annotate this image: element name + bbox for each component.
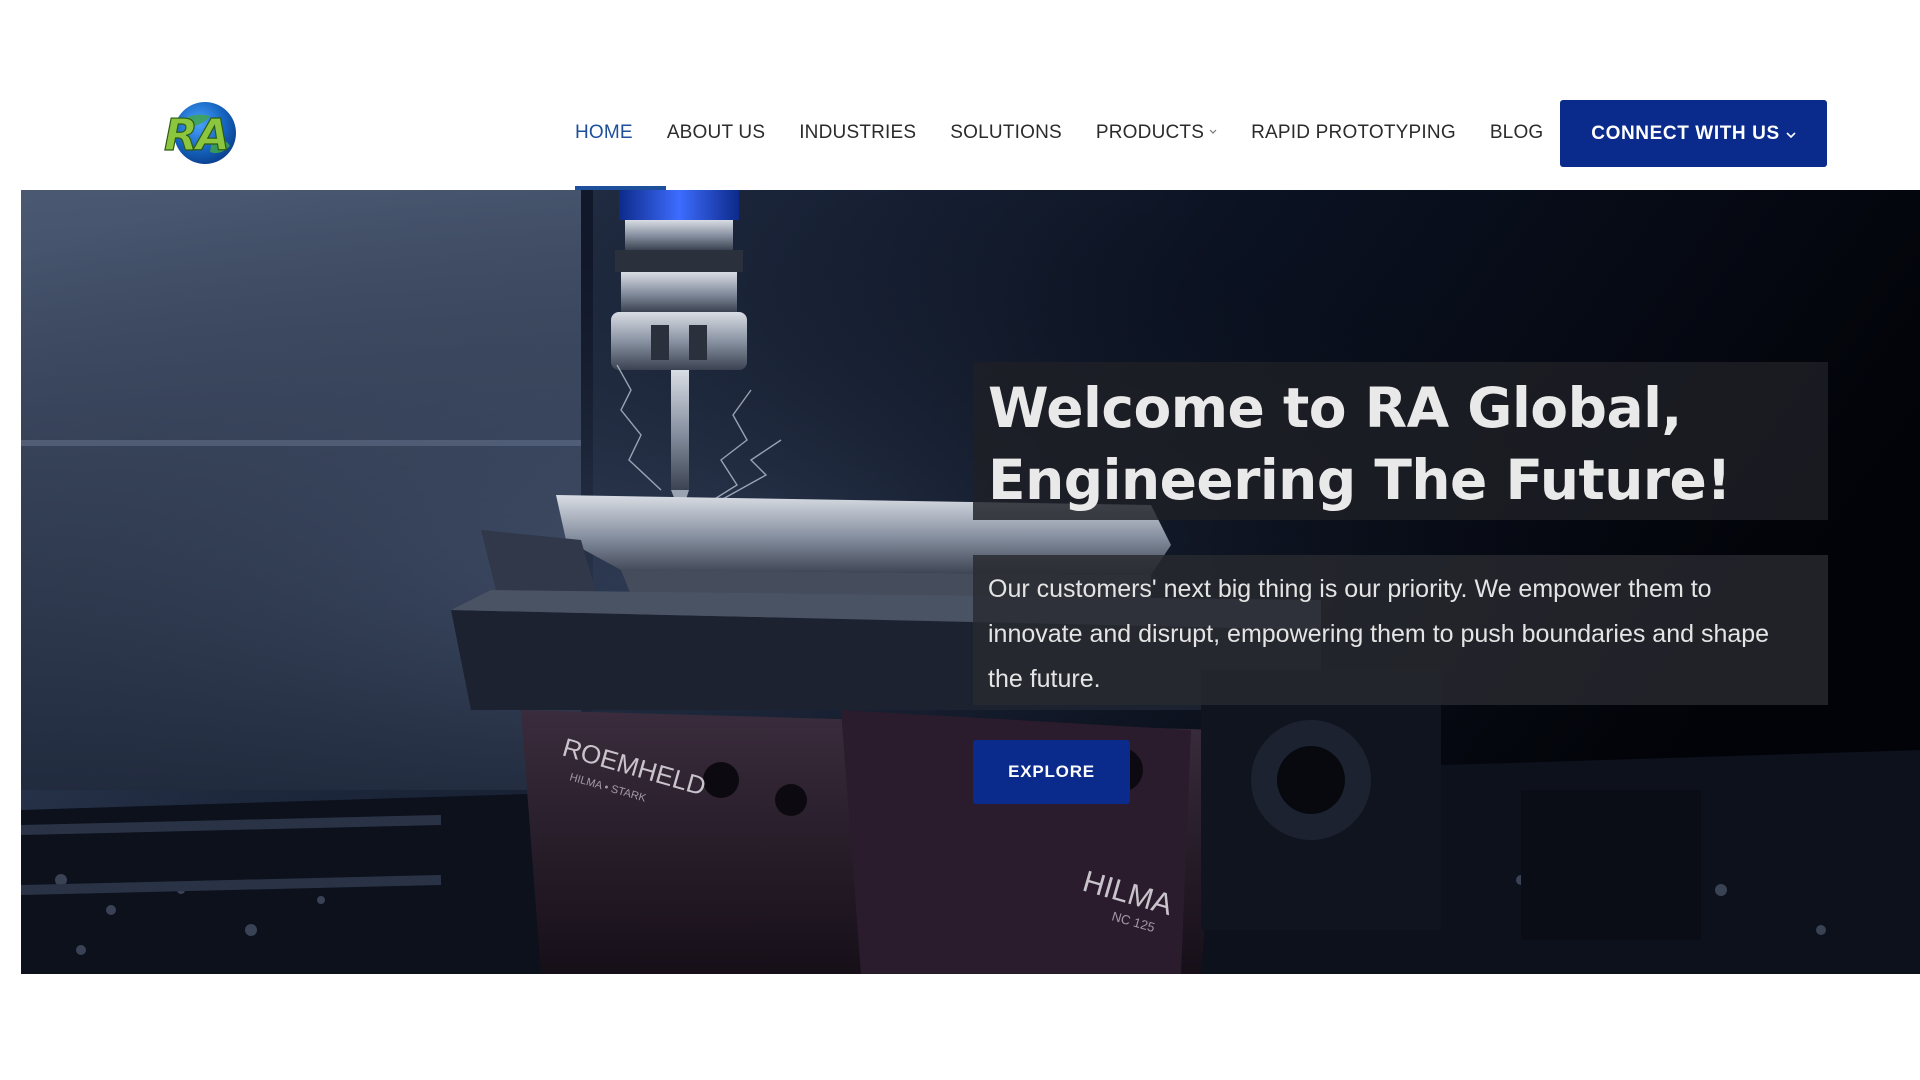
- nav-home[interactable]: HOME: [575, 122, 633, 144]
- chevron-down-icon: [1786, 131, 1796, 138]
- explore-button-label: EXPLORE: [1008, 762, 1095, 781]
- nav-about-us[interactable]: ABOUT US: [667, 122, 765, 144]
- nav-blog-label: BLOG: [1489, 122, 1544, 143]
- nav-products[interactable]: PRODUCTS: [1096, 122, 1217, 144]
- svg-text:RA: RA: [164, 110, 228, 161]
- hero-title-panel: Welcome to RA Global, Engineering The Fu…: [973, 362, 1828, 520]
- nav-rapid-prototyping-label: RAPID PROTOTYPING: [1251, 122, 1456, 143]
- main-nav: HOME ABOUT US INDUSTRIES SOLUTIONS PRODU…: [575, 100, 1577, 166]
- site-header: RA HOME ABOUT US INDUSTRIES SOLUTIONS PR…: [0, 0, 1920, 190]
- nav-solutions-label: SOLUTIONS: [950, 122, 1062, 143]
- hero-title: Welcome to RA Global, Engineering The Fu…: [988, 376, 1731, 512]
- nav-about-us-label: ABOUT US: [666, 122, 766, 143]
- hero-description: Our customers' next big thing is our pri…: [988, 575, 1770, 693]
- nav-products-label: PRODUCTS: [1095, 122, 1205, 143]
- ra-global-logo[interactable]: RA: [160, 100, 248, 166]
- connect-with-us-label: CONNECT WITH US: [1591, 122, 1780, 144]
- connect-with-us-button[interactable]: CONNECT WITH US: [1560, 100, 1827, 167]
- nav-home-label: HOME: [575, 122, 633, 143]
- explore-button[interactable]: EXPLORE: [973, 740, 1130, 804]
- nav-blog[interactable]: BLOG: [1490, 122, 1544, 144]
- nav-industries-label: INDUSTRIES: [799, 122, 917, 143]
- hero-banner: ROEMHELD HILMA • STARK HILMA NC 125 Welc…: [21, 190, 1920, 974]
- nav-rapid-prototyping[interactable]: RAPID PROTOTYPING: [1251, 122, 1456, 144]
- nav-solutions[interactable]: SOLUTIONS: [950, 122, 1062, 144]
- nav-industries[interactable]: INDUSTRIES: [799, 122, 916, 144]
- chevron-down-icon: [1209, 129, 1217, 134]
- hero-description-panel: Our customers' next big thing is our pri…: [973, 555, 1828, 705]
